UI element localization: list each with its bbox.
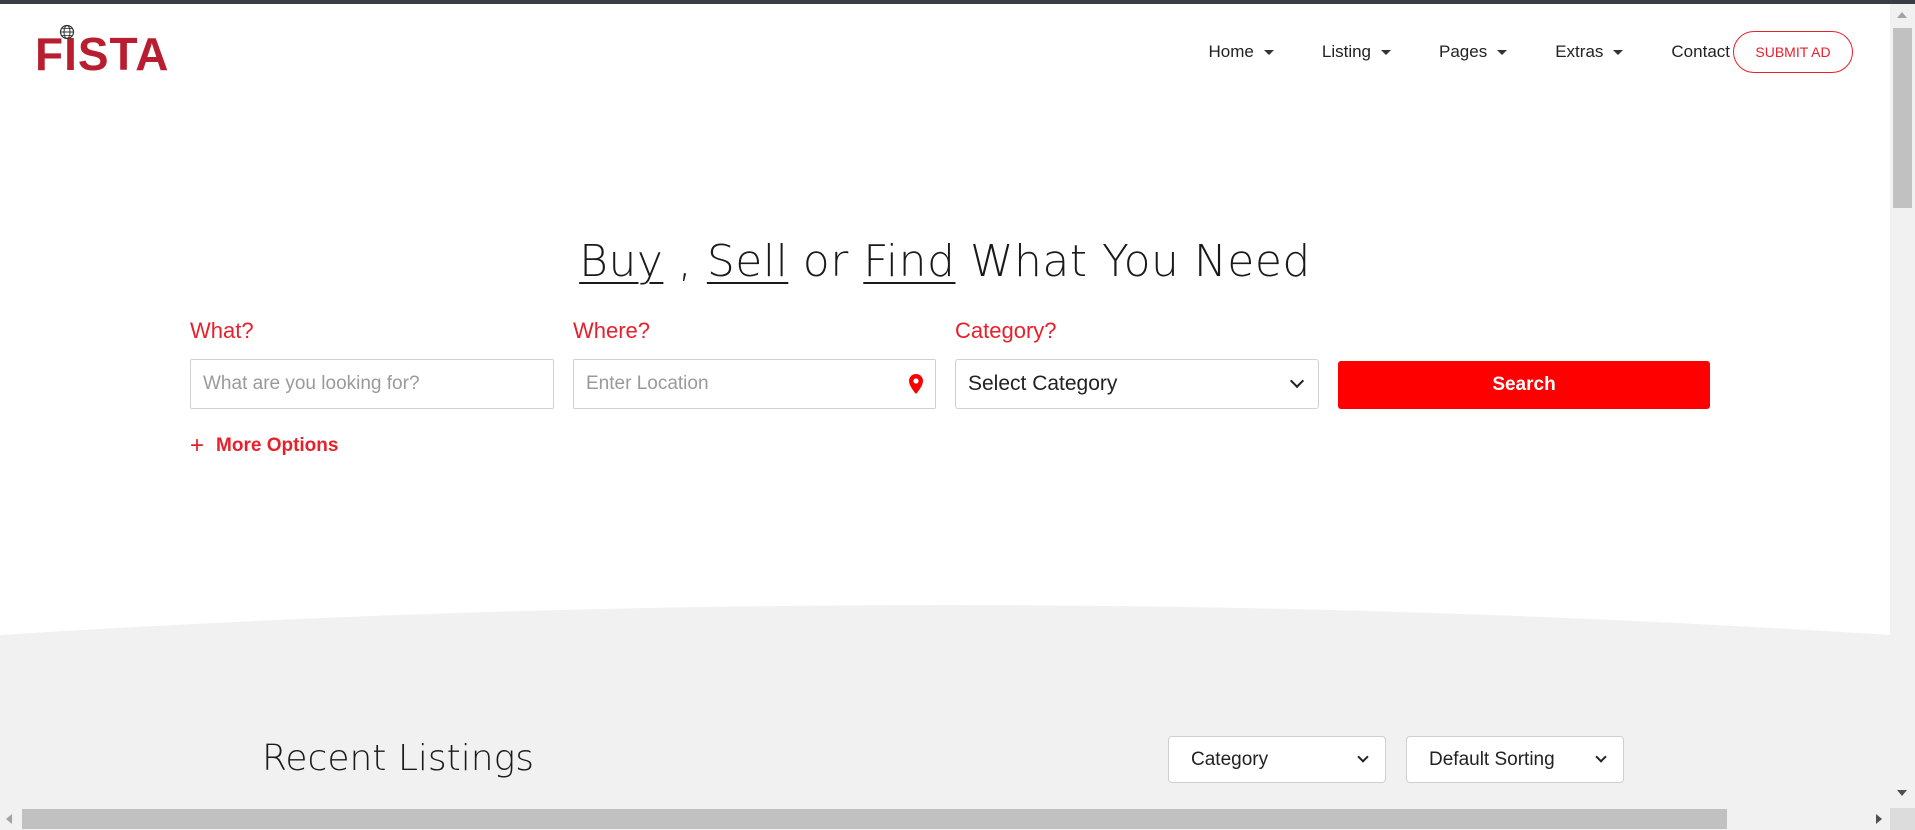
chevron-down-icon (1357, 750, 1369, 763)
what-input[interactable]: What are you looking for? (190, 359, 554, 409)
map-pin-icon[interactable] (909, 374, 923, 394)
nav-item-label: Extras (1555, 42, 1604, 61)
scroll-up-arrow-icon[interactable] (1897, 12, 1907, 18)
horizontal-scrollbar-thumb[interactable] (22, 809, 1727, 829)
sorting-select[interactable]: Default Sorting (1406, 736, 1624, 783)
nav-item-label: Home (1208, 42, 1254, 61)
where-placeholder: Enter Location (586, 373, 709, 394)
nav-item-label: Contact (1671, 42, 1730, 61)
chevron-down-icon (1289, 373, 1305, 389)
recent-listings-title: Recent Listings (262, 738, 534, 779)
where-label: Where? (573, 318, 651, 343)
plus-icon: + (190, 432, 205, 459)
category-select-value: Select Category (968, 372, 1118, 395)
nav-item-label: Pages (1439, 42, 1488, 61)
nav-item-extras[interactable]: Extras (1555, 42, 1624, 62)
what-label: What? (190, 318, 254, 343)
category-select[interactable]: Select Category (955, 359, 1319, 409)
category-label: Category? (955, 318, 1057, 343)
nav-item-pages[interactable]: Pages (1439, 42, 1508, 62)
chevron-down-icon (1595, 750, 1607, 763)
hero-title-rest: What You Need (955, 236, 1311, 287)
vertical-scrollbar-thumb[interactable] (1893, 28, 1912, 208)
scrollbar-corner (1890, 808, 1915, 830)
logo-text: FISTA (35, 28, 170, 80)
category-filter-value: Category (1191, 748, 1269, 770)
caret-down-icon (1497, 49, 1508, 55)
hero-separator: , (663, 236, 707, 287)
scroll-right-arrow-icon[interactable] (1876, 814, 1882, 824)
globe-icon (59, 24, 75, 40)
more-options-link[interactable]: + More Options (190, 432, 339, 459)
more-options-label: More Options (216, 435, 339, 456)
scroll-left-arrow-icon[interactable] (6, 814, 12, 824)
section-divider-curve (0, 600, 1890, 635)
site-header: FISTA Home Listing Pages Extras Contact (0, 4, 1890, 104)
hero-title: Buy , Sell or Find What You Need (0, 236, 1890, 287)
search-button[interactable]: Search (1338, 361, 1710, 409)
what-placeholder: What are you looking for? (203, 373, 420, 394)
nav-item-label: Listing (1321, 42, 1372, 61)
caret-down-icon (1613, 49, 1624, 55)
nav-item-home[interactable]: Home (1209, 42, 1274, 62)
hero-link-buy[interactable]: Buy (579, 236, 663, 287)
hero-link-sell[interactable]: Sell (707, 236, 788, 287)
main-nav: Home Listing Pages Extras Contact (1161, 42, 1730, 62)
category-filter-select[interactable]: Category (1168, 736, 1386, 783)
submit-ad-button[interactable]: SUBMIT AD (1733, 31, 1853, 73)
nav-item-listing[interactable]: Listing (1321, 42, 1392, 62)
location-input[interactable]: Enter Location (573, 359, 936, 409)
sorting-select-value: Default Sorting (1429, 748, 1555, 770)
site-logo[interactable]: FISTA (35, 24, 169, 84)
hero-separator: or (788, 236, 864, 287)
nav-item-contact[interactable]: Contact (1671, 42, 1730, 62)
caret-down-icon (1381, 49, 1392, 55)
caret-down-icon (1263, 49, 1274, 55)
scroll-down-arrow-icon[interactable] (1897, 790, 1907, 796)
hero-link-find[interactable]: Find (863, 236, 955, 287)
